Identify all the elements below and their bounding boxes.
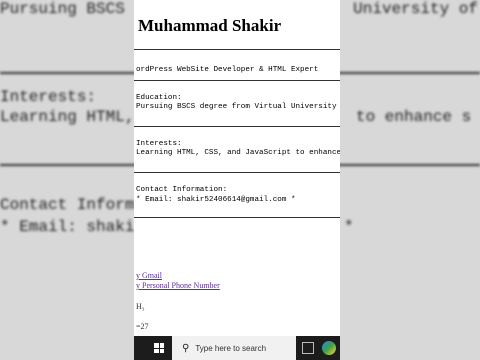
taskbar-search[interactable]: ⚲ Type here to search xyxy=(172,336,296,360)
email-text: * Email: shakir52406614@gmail.com * xyxy=(136,196,296,204)
divider xyxy=(134,49,340,50)
interests-text: Learning HTML, CSS, and JavaScript to en… xyxy=(136,149,340,157)
page-viewport: Muhammad Shakir ordPress WebSite Develop… xyxy=(134,0,340,360)
bg-email-prefix: * Email: shaki xyxy=(0,218,135,236)
divider xyxy=(134,172,340,173)
education-text: Pursuing BSCS degree from Virtual Univer… xyxy=(136,103,340,111)
footer-text-1: H₃ xyxy=(136,302,145,311)
phone-link[interactable]: y Personal Phone Number xyxy=(136,281,220,291)
bg-top-left-text: Pursuing BSCS xyxy=(0,0,125,18)
education-label: Education: xyxy=(136,94,182,102)
bg-contact-label: Contact Inform xyxy=(0,196,135,214)
bg-interests-label: Interests: xyxy=(0,88,97,106)
role-text: ordPress WebSite Developer & HTML Expert xyxy=(136,66,319,74)
page-title: Muhammad Shakir xyxy=(138,16,282,35)
search-icon: ⚲ xyxy=(182,342,190,354)
taskbar: ⚲ Type here to search xyxy=(134,336,340,360)
bg-interests-text: Learning HTML, xyxy=(0,108,135,126)
bg-email-tail: * xyxy=(344,218,354,236)
contact-label: Contact Information: xyxy=(136,186,228,194)
search-placeholder: Type here to search xyxy=(195,343,267,353)
windows-start-icon[interactable] xyxy=(154,343,164,353)
bg-interests-tail: to enhance s xyxy=(356,108,472,126)
browser-app-icon[interactable] xyxy=(322,341,336,355)
divider xyxy=(134,80,340,81)
gmail-link[interactable]: y Gmail xyxy=(136,271,220,281)
divider xyxy=(134,126,340,127)
task-view-icon[interactable] xyxy=(302,342,314,354)
bg-top-right-text: University of xyxy=(353,0,478,18)
interests-label: Interests: xyxy=(136,140,182,148)
contact-links: y Gmail y Personal Phone Number xyxy=(136,271,220,291)
divider xyxy=(134,217,340,218)
footer-text-2: =27 xyxy=(136,322,149,331)
